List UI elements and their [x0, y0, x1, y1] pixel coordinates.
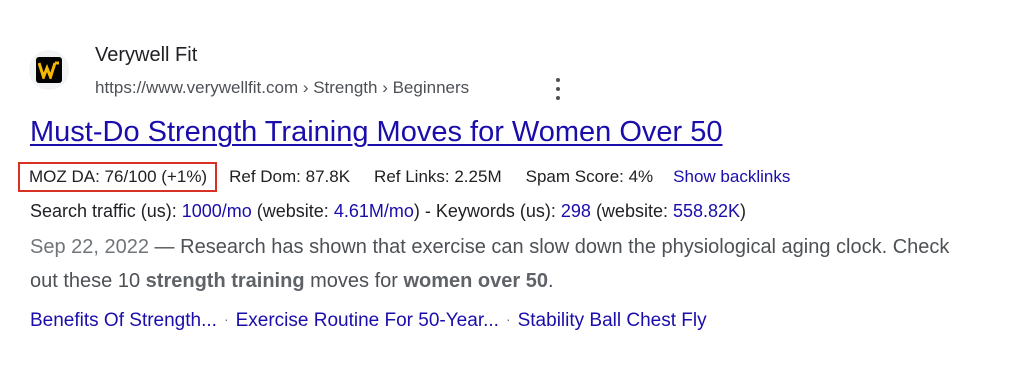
site-favicon[interactable]: [29, 50, 69, 90]
site-breadcrumb-url[interactable]: https://www.verywellfit.com › Strength ›…: [95, 76, 469, 100]
sitelink-separator: ·: [223, 311, 229, 327]
sitelinks: Benefits Of Strength... · Exercise Routine…: [30, 305, 707, 335]
keywords-value[interactable]: 298: [561, 201, 591, 221]
more-options-icon[interactable]: [548, 78, 568, 100]
snippet-text: .: [547, 270, 554, 292]
search-traffic-line: Search traffic (us): 1000/mo (website: 4…: [30, 198, 746, 224]
moz-da-badge: MOZ DA: 76/100 (+1%): [18, 162, 218, 192]
site-name[interactable]: Verywell Fit: [95, 42, 197, 68]
website-label: (website:: [251, 201, 334, 221]
spam-score-metric: Spam Score: 4%: [525, 167, 654, 186]
show-backlinks-link[interactable]: Show backlinks: [673, 167, 790, 187]
website-traffic-value[interactable]: 4.61M/mo: [334, 201, 414, 221]
search-traffic-value[interactable]: 1000/mo: [182, 201, 252, 221]
result-snippet: Sep 22, 2022 — Research has shown that e…: [30, 230, 970, 298]
website-keywords-label: (website:: [590, 201, 673, 221]
snippet-dash: —: [149, 236, 181, 258]
sitelink-exercise-routine[interactable]: Exercise Routine For 50-Year...: [236, 310, 499, 331]
sitelink-separator: ·: [505, 311, 511, 327]
snippet-bold-term: women over 50: [403, 270, 548, 292]
keywords-label: ) - Keywords (us):: [413, 201, 561, 221]
ref-dom-metric: Ref Dom: 87.8K: [229, 167, 351, 186]
ref-links-metric: Ref Links: 2.25M: [374, 167, 502, 186]
snippet-text: moves for: [304, 270, 404, 292]
sitelink-benefits[interactable]: Benefits Of Strength...: [30, 310, 217, 331]
snippet-bold-term: strength training: [145, 270, 305, 292]
result-title-link[interactable]: Must-Do Strength Training Moves for Wome…: [30, 113, 723, 151]
logo-w-icon: [38, 61, 59, 79]
website-keywords-value[interactable]: 558.82K: [673, 201, 740, 221]
traffic-close: ): [740, 201, 747, 221]
verywell-logo-icon: [36, 57, 62, 83]
sitelink-stability-ball[interactable]: Stability Ball Chest Fly: [518, 310, 707, 331]
mozbar-metrics: MOZ DA: 76/100 (+1%) Ref Dom: 87.8K Ref …: [18, 160, 790, 194]
search-traffic-label: Search traffic (us):: [30, 201, 182, 221]
search-result: Verywell Fit https://www.verywellfit.com…: [0, 0, 1024, 370]
snippet-date: Sep 22, 2022: [30, 236, 149, 258]
